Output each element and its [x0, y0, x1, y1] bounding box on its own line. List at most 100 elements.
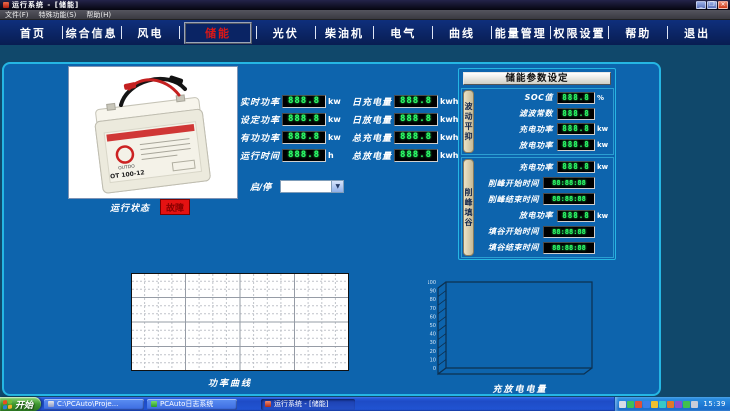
param-row: 放电功率 888.8 kw: [476, 209, 612, 223]
metric-label: 运行时间: [238, 149, 280, 162]
param-unit: kw: [595, 141, 612, 149]
start-stop-dropdown[interactable]: ▼: [280, 180, 344, 193]
led-display-realtime-power: 888.8: [282, 95, 326, 108]
windows-logo-icon: [3, 399, 12, 409]
task-label: PCAuto日志系统: [160, 399, 213, 409]
led-display-discharge-power2: 888.8: [557, 210, 595, 222]
param-label: 填谷开始时间: [476, 226, 543, 237]
param-row: 滤波常数 888.8: [476, 107, 612, 121]
param-row: 充电功率 888.8 kw: [476, 160, 612, 174]
run-status-row: 运行状态 故障: [110, 199, 190, 215]
taskbar: 开始 C:\PCAuto\Proje... PCAuto日志系统 运行系统 - …: [0, 397, 730, 411]
metric-row: 有功功率 888.8 kw 总充电量 888.8 kwh: [238, 131, 460, 144]
metric-unit: h: [328, 151, 344, 160]
menu-help[interactable]: 帮助(H): [86, 10, 111, 20]
tray-icon[interactable]: [675, 401, 682, 408]
group-side-label: 削峰填谷: [463, 159, 474, 256]
close-button[interactable]: ×: [718, 1, 728, 9]
y-tick: 0: [433, 366, 436, 372]
metric-label: 实时功率: [238, 95, 280, 108]
param-row: SOC值 888.8 %: [476, 91, 612, 105]
nav-storage-active[interactable]: 储能: [184, 22, 252, 44]
nav-overview[interactable]: 综合信息: [63, 25, 121, 41]
tray-icon[interactable]: [691, 401, 698, 408]
tray-icon[interactable]: [651, 401, 658, 408]
nav-wind[interactable]: 风电: [122, 25, 180, 41]
titlebar: 运行系统 - [储能] _ ❐ ×: [0, 0, 730, 10]
y-tick: 10: [430, 357, 436, 363]
param-row: 削峰开始时间 88:88:88: [476, 176, 612, 190]
tray-icon[interactable]: [683, 401, 690, 408]
metric-label: 设定功率: [238, 113, 280, 126]
restore-button[interactable]: ❐: [707, 1, 717, 9]
start-label: 开始: [15, 398, 33, 411]
nav-electrical[interactable]: 电气: [374, 25, 432, 41]
led-display-filter-constant: 888.8: [557, 108, 595, 120]
tray-icon[interactable]: [627, 401, 634, 408]
metric-row: 运行时间 888.8 h 总放电量 888.8 kwh: [238, 149, 460, 162]
param-unit: kw: [595, 163, 612, 171]
menubar: 文件(F) 特殊功能(S) 帮助(H): [0, 10, 730, 20]
metric-unit: kw: [328, 115, 344, 124]
taskbar-task-run-system[interactable]: 运行系统 - [储能]: [261, 399, 355, 410]
param-label: 充电功率: [476, 162, 557, 173]
param-unit: kw: [595, 125, 612, 133]
battery-image-card: OUTDO OT 100-12: [68, 66, 238, 199]
y-tick: 70: [430, 306, 436, 312]
nav-home[interactable]: 首页: [4, 25, 62, 41]
run-status-label: 运行状态: [110, 201, 150, 214]
task-label: 运行系统 - [储能]: [274, 399, 328, 409]
nav-exit[interactable]: 退出: [668, 25, 726, 41]
start-button[interactable]: 开始: [0, 397, 41, 411]
led-display-discharge-power: 888.8: [557, 139, 595, 151]
tray-icon[interactable]: [635, 401, 642, 408]
nav-help[interactable]: 帮助: [609, 25, 667, 41]
metric-unit: kwh: [440, 151, 460, 160]
taskbar-task-explorer[interactable]: C:\PCAuto\Proje...: [44, 399, 144, 410]
minimize-button[interactable]: _: [696, 1, 706, 9]
tray-icon[interactable]: [659, 401, 666, 408]
metrics-grid: 实时功率 888.8 kw 日充电量 888.8 kwh 设定功率 888.8 …: [238, 95, 460, 162]
nav-energy-mgmt[interactable]: 能量管理: [492, 25, 550, 41]
metric-unit: kwh: [440, 115, 460, 124]
menu-special-functions[interactable]: 特殊功能(S): [39, 10, 77, 20]
navbar: 首页 综合信息 风电 储能 光伏 柴油机 电气 曲线 能量管理 权限设置 帮助 …: [0, 20, 730, 45]
y-tick: 20: [430, 349, 436, 355]
nav-diesel[interactable]: 柴油机: [316, 25, 374, 41]
metric-row: 实时功率 888.8 kw 日充电量 888.8 kwh: [238, 95, 460, 108]
tray-icon[interactable]: [643, 401, 650, 408]
run-system-icon: [265, 401, 271, 407]
param-row: 削峰结束时间 88:88:88: [476, 192, 612, 206]
param-row: 充电功率 888.8 kw: [476, 122, 612, 136]
led-display-valley-end-time: 88:88:88: [543, 242, 595, 254]
metric-label: 日放电量: [350, 113, 392, 126]
nav-curves[interactable]: 曲线: [433, 25, 491, 41]
y-tick: 30: [430, 340, 436, 346]
nav-pv[interactable]: 光伏: [257, 25, 315, 41]
param-label: 放电功率: [476, 210, 557, 221]
metric-label: 总放电量: [350, 149, 392, 162]
start-stop-label: 启/停: [250, 180, 271, 193]
tray-icon[interactable]: [667, 401, 674, 408]
led-display-total-discharge: 888.8: [394, 149, 438, 162]
metric-unit: kw: [328, 97, 344, 106]
chevron-down-icon[interactable]: ▼: [331, 181, 343, 192]
peak-shaving-valley-filling-group: 削峰填谷 充电功率 888.8 kw 削峰开始时间 88:88:88 削峰结束时…: [461, 157, 614, 258]
battery-illustration: OUTDO OT 100-12: [69, 67, 237, 198]
param-label: 放电功率: [476, 140, 557, 151]
metric-unit: kw: [328, 133, 344, 142]
led-display-charge-power: 888.8: [557, 123, 595, 135]
led-display-total-charge: 888.8: [394, 131, 438, 144]
log-app-icon: [151, 401, 157, 407]
led-display-set-power: 888.8: [282, 113, 326, 126]
metric-label: 日充电量: [350, 95, 392, 108]
param-label: 削峰结束时间: [476, 194, 543, 205]
tray-icon[interactable]: [619, 401, 626, 408]
taskbar-task-log-system[interactable]: PCAuto日志系统: [147, 399, 237, 410]
y-tick: 100: [428, 280, 436, 286]
nav-permissions[interactable]: 权限设置: [551, 25, 609, 41]
folder-icon: [48, 401, 54, 407]
menu-file[interactable]: 文件(F): [5, 10, 29, 20]
params-panel-title: 储能参数设定: [463, 72, 611, 85]
param-label: 削峰开始时间: [476, 178, 543, 189]
